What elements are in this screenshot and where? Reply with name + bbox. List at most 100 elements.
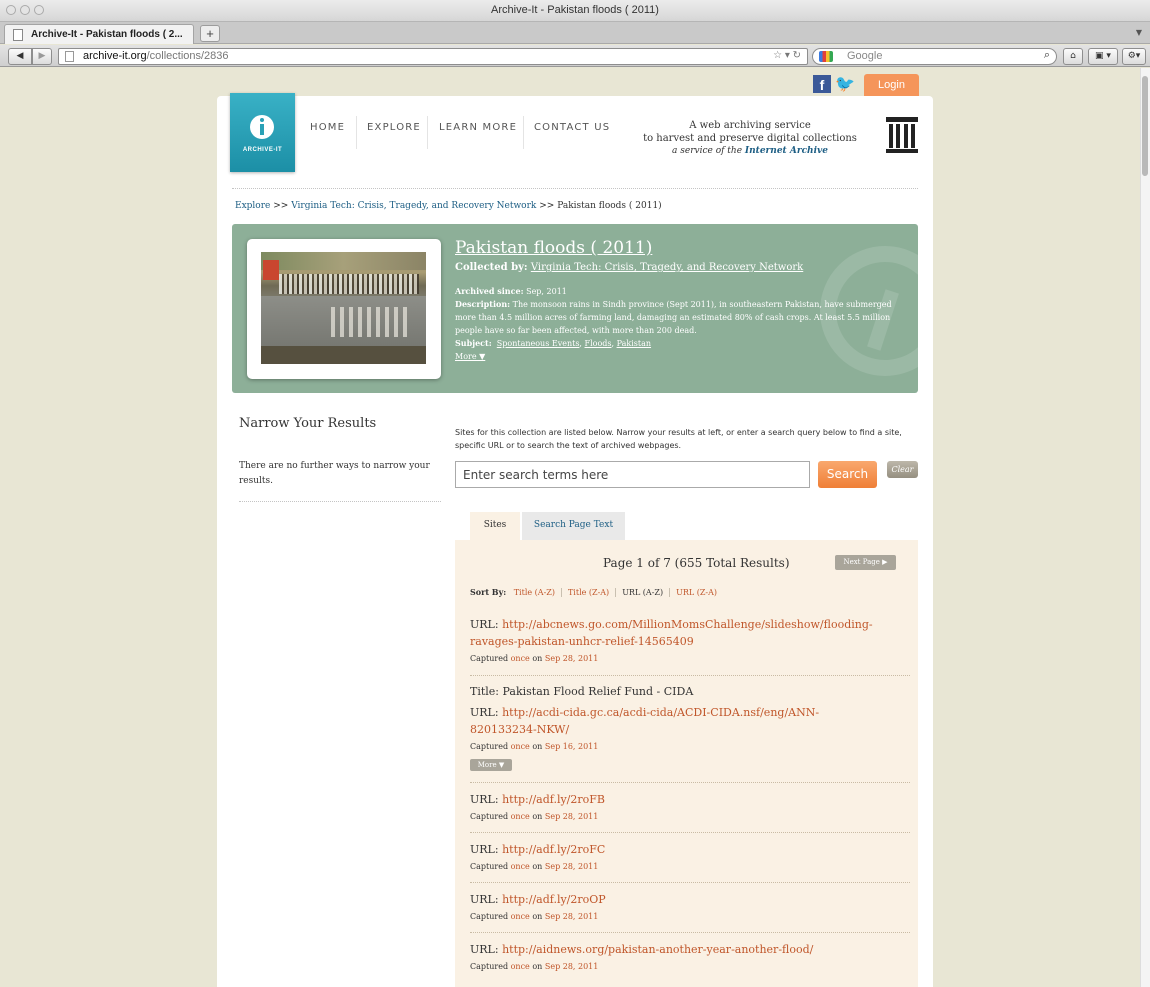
result-url: URL: http://abcnews.go.com/MillionMomsCh… xyxy=(470,616,910,650)
result-url: URL: http://adf.ly/2roOP xyxy=(470,891,910,908)
scrollbar-thumb[interactable] xyxy=(1142,76,1148,176)
captured-label: Captured xyxy=(470,812,509,821)
nav-separator xyxy=(356,116,357,149)
subject-link[interactable]: Floods xyxy=(585,339,612,348)
captured-date-link[interactable]: Sep 16, 2011 xyxy=(545,742,599,751)
captured-info: Captured once on Sep 28, 2011 xyxy=(470,912,910,921)
result-url-link-cont[interactable]: 820133234-NKW/ xyxy=(470,723,569,736)
url-label: URL: xyxy=(470,843,499,856)
address-bar[interactable]: archive-it.org/collections/2836 ☆ ▾ ↻ xyxy=(58,48,808,65)
search-button[interactable]: Search xyxy=(818,461,877,488)
back-button[interactable]: ◀ xyxy=(8,48,32,65)
header-divider xyxy=(232,188,918,189)
captured-date-link[interactable]: Sep 28, 2011 xyxy=(545,812,599,821)
bookmarks-icon[interactable]: ▣ ▾ xyxy=(1088,48,1118,65)
tab-search-page-text[interactable]: Search Page Text xyxy=(522,512,625,540)
facebook-icon[interactable]: f xyxy=(813,75,831,93)
list-item: URL: http://adf.ly/2roFC Captured once o… xyxy=(470,841,910,871)
captured-once-link[interactable]: once xyxy=(511,654,530,663)
search-input[interactable]: Enter search terms here xyxy=(455,461,810,488)
tab-sites[interactable]: Sites xyxy=(470,512,520,540)
result-url-link[interactable]: http://adf.ly/2roFB xyxy=(502,793,605,806)
captured-info: Captured once on Sep 28, 2011 xyxy=(470,862,910,871)
result-more-button[interactable]: More ▼ xyxy=(470,759,512,771)
nav-home[interactable]: HOME xyxy=(310,122,345,133)
clear-button[interactable]: Clear xyxy=(887,461,918,478)
search-placeholder: Enter search terms here xyxy=(463,468,609,482)
captured-once-link[interactable]: once xyxy=(511,862,530,871)
browser-tab[interactable]: Archive-It - Pakistan floods ( 2... xyxy=(4,24,194,44)
collection-more-toggle[interactable]: More ▼ xyxy=(455,352,485,361)
results-panel: Page 1 of 7 (655 Total Results) Next Pag… xyxy=(455,540,918,987)
tagline-prefix: a service of the xyxy=(672,146,745,156)
subject-link[interactable]: Pakistan xyxy=(617,339,651,348)
result-divider xyxy=(470,675,910,676)
description-label: Description: xyxy=(455,299,511,309)
subjects: Subject: Spontaneous Events, Floods, Pak… xyxy=(455,338,652,348)
sidebar-divider xyxy=(239,501,441,502)
captured-on: on xyxy=(532,962,543,971)
magnifier-icon[interactable]: ⌕ xyxy=(1044,49,1050,62)
internet-archive-link[interactable]: Internet Archive xyxy=(745,146,828,156)
nav-explore[interactable]: EXPLORE xyxy=(367,122,421,133)
forward-button[interactable]: ▶ xyxy=(32,48,52,65)
archived-since-label: Archived since: xyxy=(455,286,524,296)
result-url-link[interactable]: http://adf.ly/2roOP xyxy=(502,893,606,906)
nav-contact-us[interactable]: CONTACT US xyxy=(534,122,610,133)
list-item: Title: Pakistan Flood Relief Fund - CIDA… xyxy=(470,683,910,771)
tagline-line-2: to harvest and preserve digital collecti… xyxy=(643,133,857,144)
vertical-scrollbar[interactable] xyxy=(1140,68,1150,987)
result-divider xyxy=(470,832,910,833)
collected-by: Collected by: Virginia Tech: Crisis, Tra… xyxy=(455,262,803,273)
login-button[interactable]: Login xyxy=(864,74,919,96)
list-item: URL: http://abcnews.go.com/MillionMomsCh… xyxy=(470,616,910,663)
twitter-icon[interactable]: 🐦 xyxy=(835,75,857,93)
browser-search-input[interactable]: Google ⌕ xyxy=(812,48,1057,65)
archived-since-value: Sep, 2011 xyxy=(526,287,567,296)
collection-title: Pakistan floods ( 2011) xyxy=(455,238,653,258)
sort-url-asc[interactable]: URL (A-Z) xyxy=(615,588,670,597)
captured-date-link[interactable]: Sep 28, 2011 xyxy=(545,654,599,663)
breadcrumb-explore[interactable]: Explore xyxy=(235,201,270,211)
result-url-link[interactable]: http://abcnews.go.com/MillionMomsChallen… xyxy=(502,618,873,631)
captured-date-link[interactable]: Sep 28, 2011 xyxy=(545,862,599,871)
new-tab-button[interactable]: + xyxy=(200,25,220,42)
sort-title-desc[interactable]: Title (Z-A) xyxy=(560,588,616,597)
result-url-link[interactable]: http://aidnews.org/pakistan-another-year… xyxy=(502,943,813,956)
result-divider xyxy=(470,932,910,933)
internet-archive-icon[interactable] xyxy=(886,117,918,153)
tab-list-chevron-icon[interactable]: ▼ xyxy=(1136,28,1142,37)
result-url: URL: http://adf.ly/2roFB xyxy=(470,791,910,808)
captured-once-link[interactable]: once xyxy=(511,742,530,751)
info-icon xyxy=(250,115,274,139)
nav-learn-more[interactable]: LEARN MORE xyxy=(439,122,517,133)
result-url: URL: http://acdi-cida.gc.ca/acdi-cida/AC… xyxy=(470,704,910,738)
home-icon[interactable]: ⌂ xyxy=(1063,48,1083,65)
tools-icon[interactable]: ⚙▾ xyxy=(1122,48,1146,65)
page-info: Page 1 of 7 (655 Total Results) xyxy=(603,556,790,570)
captured-once-link[interactable]: once xyxy=(511,962,530,971)
collected-by-link[interactable]: Virginia Tech: Crisis, Tragedy, and Reco… xyxy=(531,262,803,273)
captured-date-link[interactable]: Sep 28, 2011 xyxy=(545,912,599,921)
archive-it-logo[interactable]: ARCHIVE-IT xyxy=(230,93,295,172)
result-url-link[interactable]: http://adf.ly/2roFC xyxy=(502,843,605,856)
url-domain: archive-it.org xyxy=(83,50,147,62)
sort-label: Sort By: xyxy=(470,587,507,597)
bookmark-star-icon[interactable]: ☆ ▾ ↻ xyxy=(773,50,801,61)
breadcrumb-parent[interactable]: Virginia Tech: Crisis, Tragedy, and Reco… xyxy=(291,201,536,211)
sort-title-asc[interactable]: Title (A-Z) xyxy=(512,588,561,597)
captured-date-link[interactable]: Sep 28, 2011 xyxy=(545,962,599,971)
captured-once-link[interactable]: once xyxy=(511,812,530,821)
tagline: A web archiving service to harvest and p… xyxy=(640,119,860,158)
next-page-button[interactable]: Next Page ▶ xyxy=(835,555,896,570)
window-title: Archive-It - Pakistan floods ( 2011) xyxy=(491,4,659,16)
narrow-results-title: Narrow Your Results xyxy=(239,416,377,431)
result-url-link[interactable]: http://acdi-cida.gc.ca/acdi-cida/ACDI-CI… xyxy=(502,706,819,719)
result-url-link-cont[interactable]: ravages-pakistan-unhcr-relief-14565409 xyxy=(470,635,694,648)
title-label: Title: xyxy=(470,685,500,698)
sort-url-desc[interactable]: URL (Z-A) xyxy=(669,588,723,597)
subject-link[interactable]: Spontaneous Events xyxy=(497,339,580,348)
browser-tab-title: Archive-It - Pakistan floods ( 2... xyxy=(31,29,183,40)
captured-once-link[interactable]: once xyxy=(511,912,530,921)
tagline-line-3: a service of the Internet Archive xyxy=(640,145,860,158)
